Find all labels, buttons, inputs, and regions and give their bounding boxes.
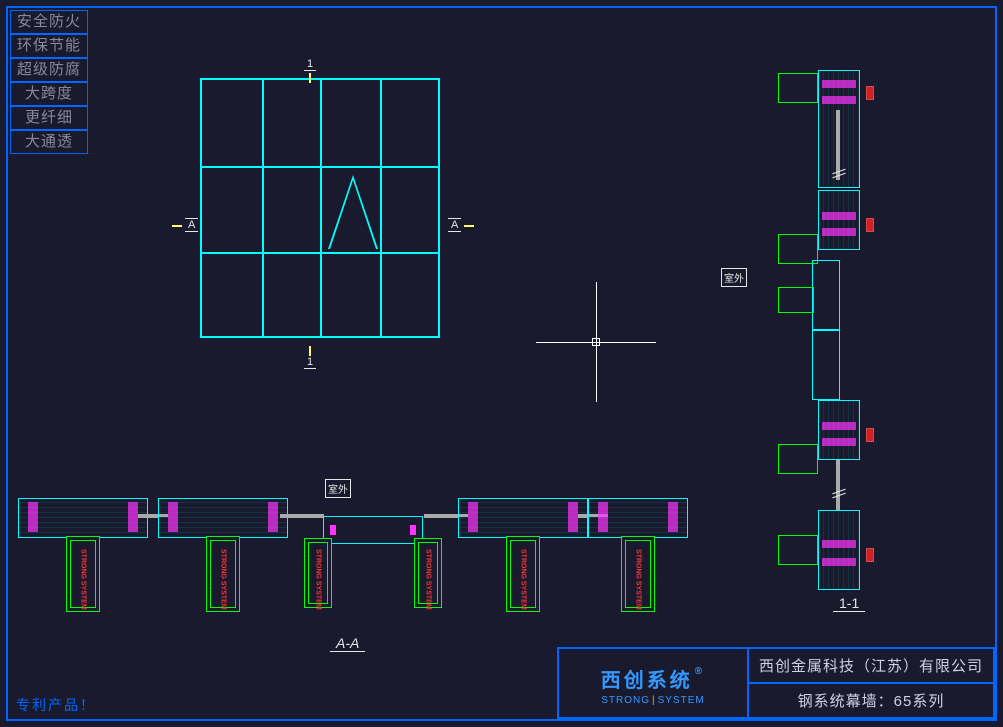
v-profile-frame	[818, 510, 860, 590]
title-block: 西创系统 ® STRONG|SYSTEM 西创金属科技（江苏）有限公司 钢系统幕…	[557, 647, 995, 719]
section-mark-A-left: A	[172, 218, 198, 232]
patent-label: 专利产品！	[16, 695, 96, 715]
tick-icon	[172, 225, 182, 227]
v-profile-frame	[818, 190, 860, 250]
gasket	[822, 80, 856, 88]
attribute-item: 大跨度	[10, 82, 88, 106]
attribute-item: 更纤细	[10, 106, 88, 130]
v-transom	[778, 535, 818, 565]
glass-pane	[836, 460, 840, 510]
mullion-brand-text: STRONG SYSTEM	[80, 549, 87, 610]
gasket	[28, 502, 38, 532]
break-line-icon	[832, 488, 846, 498]
elevation-view	[200, 78, 440, 338]
mullion-brand-text: STRONG SYSTEM	[315, 549, 322, 610]
gasket	[822, 212, 856, 220]
gasket	[668, 502, 678, 532]
brand-subtitle: STRONG|SYSTEM	[601, 695, 705, 706]
section-mark-1-top: 1	[304, 58, 316, 83]
gasket	[822, 96, 856, 104]
section-aa-view: STRONG SYSTEM STRONG SYSTEM STRONG SYSTE…	[18, 498, 698, 628]
section-label-aa: A-A	[330, 635, 365, 652]
gasket	[468, 502, 478, 532]
section-mark-A-right: A	[448, 218, 474, 232]
brand-sub-right: SYSTEM	[658, 695, 705, 706]
section-mark-label: A	[185, 218, 198, 232]
brand-cell: 西创系统 ® STRONG|SYSTEM	[559, 649, 749, 717]
attribute-list: 安全防火 环保节能 超级防腐 大跨度 更纤细 大通透	[10, 10, 88, 154]
tick-icon	[309, 346, 311, 356]
mullion-brand-text: STRONG SYSTEM	[220, 549, 227, 610]
outdoor-label: 室外	[721, 268, 747, 287]
section-mark-label: A	[448, 218, 461, 232]
section-mark-1-bottom: 1	[304, 344, 316, 369]
attribute-item: 环保节能	[10, 34, 88, 58]
thermal-break	[866, 428, 874, 442]
mullion-brand-text: STRONG SYSTEM	[425, 549, 432, 610]
gasket	[822, 438, 856, 446]
product-name: 钢系统幕墙：65系列	[749, 684, 993, 717]
section-mark-label: 1	[304, 356, 316, 369]
v-opening-panel	[812, 330, 840, 400]
v-transom	[778, 73, 818, 103]
mullion-brand-text: STRONG SYSTEM	[635, 549, 642, 610]
elevation-mullion	[380, 80, 382, 336]
gasket	[598, 502, 608, 532]
v-transom	[778, 287, 814, 313]
mullion-brand-text: STRONG SYSTEM	[520, 549, 527, 610]
tick-icon	[464, 225, 474, 227]
company-name: 西创金属科技（江苏）有限公司	[749, 649, 993, 684]
brand-sub-left: STRONG	[601, 695, 650, 706]
gasket	[822, 228, 856, 236]
tick-icon	[309, 73, 311, 83]
gasket	[128, 502, 138, 532]
brand-name: 西创系统	[601, 664, 693, 693]
outdoor-label: 室外	[325, 479, 351, 498]
gasket	[568, 502, 578, 532]
attribute-item: 安全防火	[10, 10, 88, 34]
registered-icon: ®	[695, 666, 705, 677]
section-label-11: 1-1	[833, 595, 865, 612]
v-profile-frame	[818, 400, 860, 460]
operable-window-symbol	[328, 175, 378, 249]
thermal-break	[866, 548, 874, 562]
gasket	[822, 558, 856, 566]
attribute-item: 大通透	[10, 130, 88, 154]
v-transom	[778, 444, 818, 474]
attribute-item: 超级防腐	[10, 58, 88, 82]
elevation-mullion	[320, 80, 322, 336]
section-11-view	[778, 70, 908, 590]
thermal-break	[866, 86, 874, 100]
gasket	[822, 540, 856, 548]
thermal-break	[866, 218, 874, 232]
gasket	[268, 502, 278, 532]
gasket	[822, 422, 856, 430]
elevation-mullion	[262, 80, 264, 336]
gasket	[168, 502, 178, 532]
break-line-icon	[832, 168, 846, 178]
section-mark-label: 1	[304, 58, 316, 71]
